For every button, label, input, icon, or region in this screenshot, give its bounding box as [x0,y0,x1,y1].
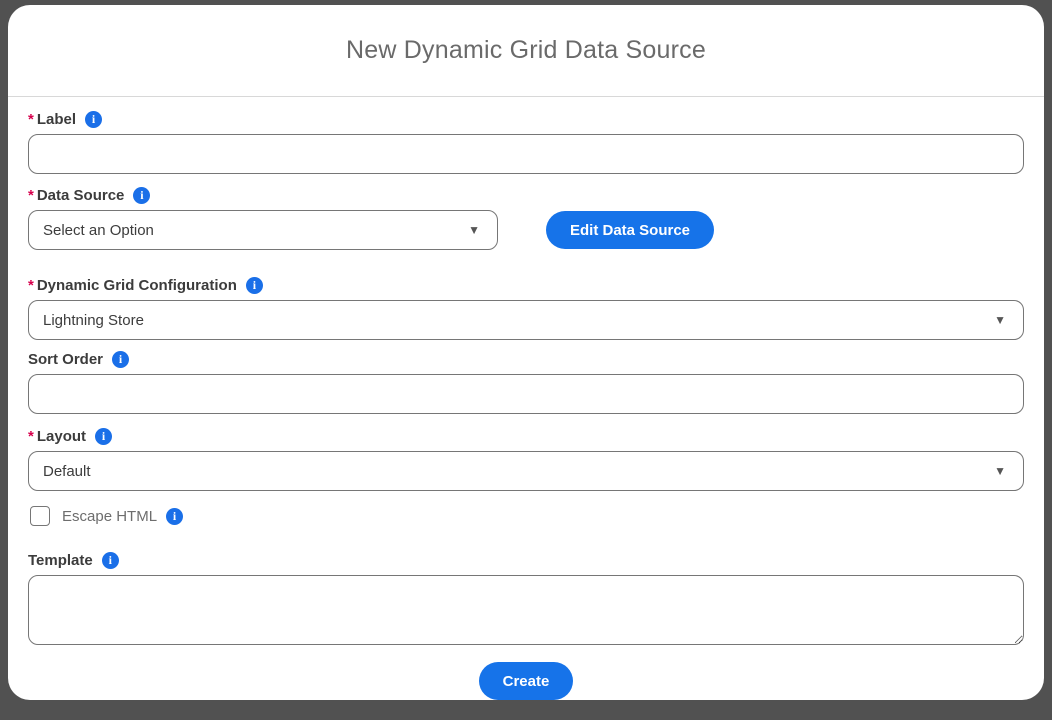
required-asterisk: * [28,111,34,128]
info-icon[interactable]: i [95,428,112,445]
chevron-down-icon: ▼ [994,314,1006,326]
modal-dialog: New Dynamic Grid Data Source * Label i *… [8,5,1044,700]
chevron-down-icon: ▼ [468,224,480,236]
label-field-label-row: * Label i [28,110,1024,128]
required-asterisk: * [28,428,34,445]
template-label-row: Template i [28,551,1024,569]
required-asterisk: * [28,277,34,294]
sort-order-label: Sort Order [28,351,103,368]
data-source-label-row: * Data Source i [28,186,1024,204]
create-button[interactable]: Create [479,662,574,700]
info-icon[interactable]: i [112,351,129,368]
modal-header: New Dynamic Grid Data Source [8,5,1044,97]
data-source-label: Data Source [37,187,125,204]
info-icon[interactable]: i [133,187,150,204]
layout-selected-value: Default [43,463,91,480]
layout-select[interactable]: Default ▼ [28,451,1024,491]
layout-label: Layout [37,428,86,445]
dynamic-grid-config-select[interactable]: Lightning Store ▼ [28,300,1024,340]
escape-html-checkbox[interactable] [30,506,50,526]
layout-label-row: * Layout i [28,427,1024,445]
sort-order-input[interactable] [28,374,1024,414]
label-input[interactable] [28,134,1024,174]
data-source-selected-value: Select an Option [43,222,154,239]
required-asterisk: * [28,187,34,204]
dynamic-grid-config-label-row: * Dynamic Grid Configuration i [28,276,1024,294]
info-icon[interactable]: i [166,508,183,525]
page-title: New Dynamic Grid Data Source [346,36,706,65]
data-source-select[interactable]: Select an Option ▼ [28,210,498,250]
data-source-row: Select an Option ▼ Edit Data Source [28,210,1024,250]
template-label: Template [28,552,93,569]
label-field-label: Label [37,111,76,128]
sort-order-label-row: Sort Order i [28,350,1024,368]
dynamic-grid-config-label: Dynamic Grid Configuration [37,277,237,294]
escape-html-row: Escape HTML i [28,506,1024,526]
dynamic-grid-config-selected-value: Lightning Store [43,312,144,329]
form-body: * Label i * Data Source i Select an Opti… [8,97,1044,700]
escape-html-label: Escape HTML [62,508,157,525]
chevron-down-icon: ▼ [994,465,1006,477]
edit-data-source-button[interactable]: Edit Data Source [546,211,714,249]
info-icon[interactable]: i [102,552,119,569]
modal-footer: Create [28,662,1024,700]
info-icon[interactable]: i [85,111,102,128]
template-textarea[interactable] [28,575,1024,645]
info-icon[interactable]: i [246,277,263,294]
